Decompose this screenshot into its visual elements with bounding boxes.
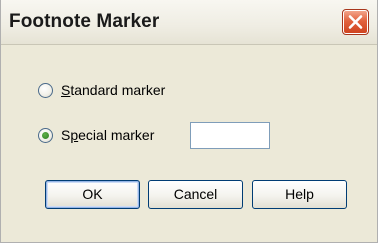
title-bar[interactable]: Footnote Marker: [1, 0, 377, 45]
radio-selected-dot: [42, 131, 49, 139]
standard-marker-accel: S: [61, 82, 71, 98]
standard-marker-label-rest: tandard marker: [70, 82, 166, 98]
close-button[interactable]: [342, 9, 369, 35]
dialog-body: Standard marker Special marker OK Cancel…: [1, 45, 377, 242]
special-marker-label-pre: S: [61, 127, 71, 143]
special-marker-radio[interactable]: [38, 127, 53, 143]
help-button[interactable]: Help: [252, 180, 347, 209]
cancel-button[interactable]: Cancel: [148, 180, 243, 209]
standard-marker-option[interactable]: Standard marker: [38, 80, 165, 100]
standard-marker-label[interactable]: Standard marker: [61, 82, 165, 98]
special-marker-label[interactable]: Special marker: [61, 127, 154, 143]
special-marker-label-rest: ecial marker: [78, 127, 155, 143]
ok-button[interactable]: OK: [45, 180, 140, 209]
standard-marker-radio[interactable]: [38, 82, 53, 98]
dialog-title: Footnote Marker: [9, 11, 160, 32]
special-marker-input[interactable]: [190, 122, 270, 149]
special-marker-accel: p: [70, 127, 79, 143]
footnote-marker-dialog: Footnote Marker Standard marker Special …: [0, 0, 378, 243]
close-icon: [348, 15, 363, 29]
special-marker-option[interactable]: Special marker: [38, 125, 154, 145]
